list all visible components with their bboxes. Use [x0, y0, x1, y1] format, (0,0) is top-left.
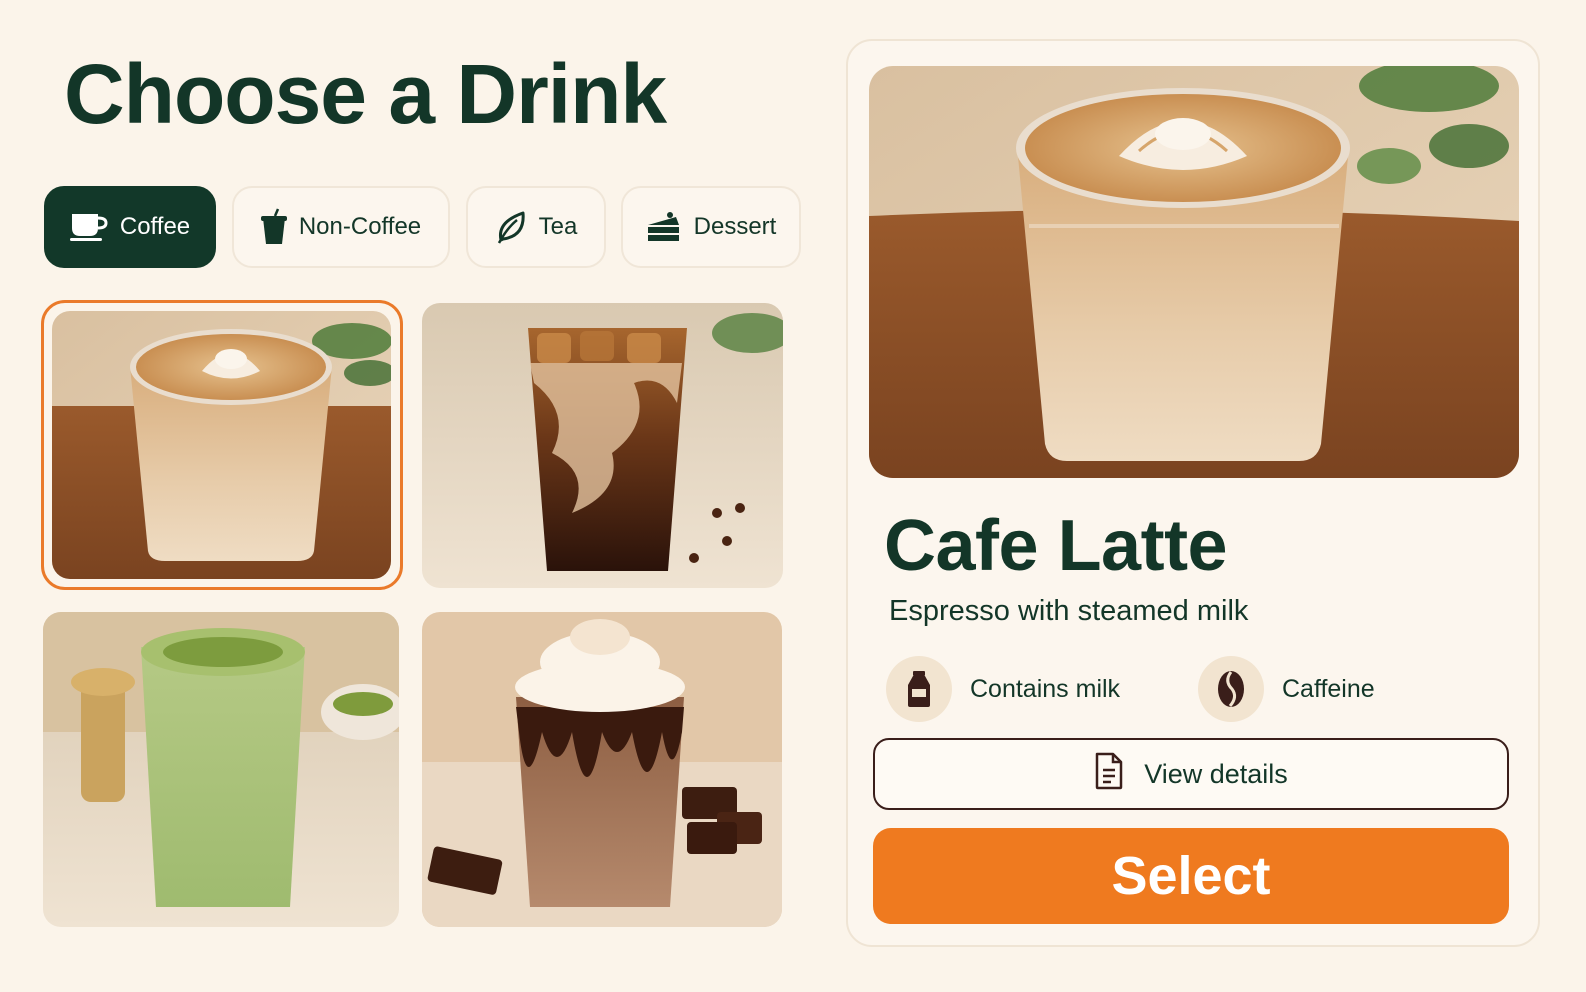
drink-tile-cafe-latte[interactable]	[52, 311, 391, 579]
drink-hero-image	[869, 66, 1519, 478]
tab-label: Non-Coffee	[298, 213, 422, 240]
document-icon	[1094, 752, 1124, 797]
drink-tile-mocha-frappe[interactable]	[422, 612, 782, 927]
tag-contains-milk: Contains milk	[886, 656, 1120, 722]
milk-bottle-icon	[886, 656, 952, 722]
select-button[interactable]: Select	[873, 828, 1509, 924]
product-description: Espresso with steamed milk	[889, 595, 1249, 627]
drink-tile-iced-latte[interactable]	[422, 303, 783, 588]
drink-tile-matcha-latte[interactable]	[43, 612, 399, 927]
view-details-button[interactable]: View details	[873, 738, 1509, 810]
view-details-label: View details	[1144, 758, 1288, 789]
coffee-bean-icon	[1198, 656, 1264, 722]
tab-label: Dessert	[693, 213, 777, 240]
mocha-frappe-photo	[422, 612, 782, 927]
tag-caffeine: Caffeine	[1198, 656, 1375, 722]
tab-dessert[interactable]: Dessert	[621, 186, 801, 268]
iced-coffee-photo	[422, 303, 783, 588]
tab-non-coffee[interactable]: Non-Coffee	[232, 186, 450, 268]
latte-photo	[52, 311, 391, 579]
cake-slice-icon	[646, 211, 682, 243]
tab-coffee[interactable]: Coffee	[44, 186, 216, 268]
coffee-cup-icon	[69, 212, 108, 242]
tab-tea[interactable]: Tea	[466, 186, 606, 268]
matcha-photo	[43, 612, 399, 927]
leaf-icon	[495, 210, 527, 244]
tag-label: Contains milk	[970, 674, 1121, 703]
product-name: Cafe Latte	[884, 506, 1228, 586]
tab-label: Tea	[538, 213, 578, 240]
tag-label: Caffeine	[1282, 674, 1375, 703]
drink-detail-panel: Cafe Latte Espresso with steamed milk Co…	[846, 39, 1540, 947]
takeaway-cup-icon	[260, 208, 287, 246]
latte-photo	[869, 66, 1519, 478]
tab-label: Coffee	[119, 213, 191, 240]
page-title: Choose a Drink	[64, 47, 667, 141]
